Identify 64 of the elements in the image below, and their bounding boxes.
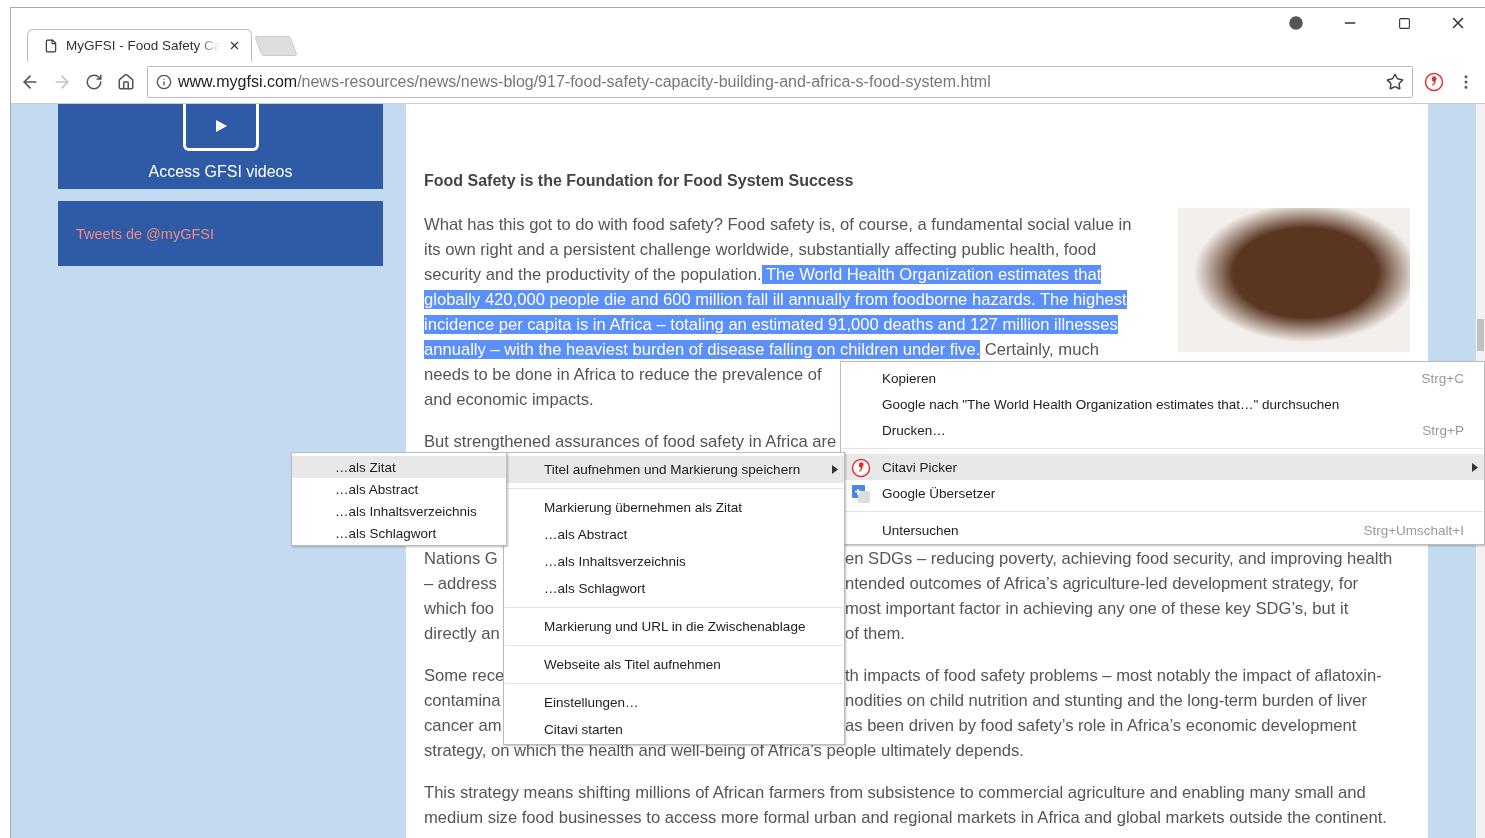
bookmark-star-icon[interactable]: [1386, 73, 1404, 91]
article-heading: Food Safety is the Foundation for Food System Success: [424, 171, 855, 191]
menu-item[interactable]: …als Schlagwort: [504, 575, 844, 602]
page-icon: [44, 38, 58, 53]
menu-item[interactable]: Kopieren Strg+C: [841, 365, 1484, 391]
article-text: most important factor in achieving any one of these key SDG’s, but it: [845, 598, 1350, 620]
selected-text: The World Health Organization estimates that: [761, 265, 1102, 284]
menu-item[interactable]: Einstellungen…: [504, 689, 844, 716]
article-text: directly an: [424, 624, 500, 643]
article-text: needs to be done in Africa to reduce the prevalence of: [424, 365, 822, 384]
selected-text: incidence per capita is in Africa – totaling an estimated 91,000 deaths and 127 million illnesses: [424, 315, 1118, 334]
menu-item[interactable]: …als Abstract: [504, 521, 844, 548]
selected-text: annually – with the heaviest burden of disease falling on children under five.: [424, 340, 981, 359]
citavi-extension-icon[interactable]: [1423, 71, 1445, 93]
maximize-icon[interactable]: [1397, 16, 1411, 30]
menu-item[interactable]: Google nach "The World Health Organization estimates that…" durchsuchen: [841, 391, 1484, 417]
article-text: But strengthened assurances of food safety in Africa are: [424, 432, 837, 451]
address-bar[interactable]: www.mygfsi.com/news-resources/news/news-blog/917-food-safety-capacity-building-and-africa-s-food-system.html: [147, 66, 1413, 98]
selected-text: globally 420,000 people die and 600 million fall ill annually from foodborne hazards. The highest: [424, 290, 1127, 309]
menu-item[interactable]: Titel aufnehmen und Markierung speichern: [504, 456, 844, 483]
article-text: th impacts of food safety problems – most notably the impact of aflatoxin-: [845, 665, 1383, 687]
shortcut-label: Strg+Umschalt+I: [1363, 522, 1464, 538]
menu-item[interactable]: Google Übersetzer: [841, 480, 1484, 506]
article-text: Certainly, much: [983, 340, 1099, 359]
article-text: en SDGs – reducing poverty, achieving food security, and improving health: [845, 548, 1394, 570]
translate-icon: [851, 484, 871, 504]
menu-item[interactable]: …als Abstract: [292, 478, 506, 500]
article-text: Nations G: [424, 549, 498, 568]
article-text: which foo: [424, 599, 495, 618]
tweets-label: Tweets de @myGFSI: [76, 225, 214, 242]
article-text: cancer am: [424, 716, 502, 735]
video-label: Access GFSI videos: [148, 163, 293, 181]
menu-item[interactable]: …als Zitat: [292, 456, 506, 478]
menu-item[interactable]: Webseite als Titel aufnehmen: [504, 651, 844, 678]
article-text: contamina: [424, 691, 501, 710]
menu-item[interactable]: Drucken… Strg+P: [841, 417, 1484, 443]
article-text: strategy, on which the health and well-being of Africa’s people ultimately depends.: [424, 741, 1024, 760]
article-text: This strategy means shifting millions of African farmers from subsistence to commercial agriculture and enabling many small and: [424, 783, 1366, 802]
article-text: medium size food businesses to access more formal urban and regional markets in Africa and global markets outside the continent.: [424, 808, 1387, 827]
url-text: www.mygfsi.com/news-resources/news/news-blog/917-food-safety-capacity-building-and-africa-s-food-system.html: [178, 73, 992, 91]
shortcut-label: Strg+C: [1421, 370, 1464, 386]
video-card[interactable]: Access GFSI videos: [58, 104, 383, 189]
profile-icon[interactable]: [1287, 14, 1305, 32]
article-text: and economic impacts.: [424, 390, 594, 409]
article-text: nodities on child nutrition and stunting and the long-term burden of liver: [845, 690, 1369, 712]
article-text: as been driven by food safety’s role in Africa’s economic development: [845, 715, 1358, 737]
menu-item[interactable]: Untersuchen Strg+Umschalt+I: [841, 517, 1484, 543]
article-text: its own right and a persistent challenge worldwide, substantially affecting public health, food: [424, 240, 1097, 259]
article-text: of them.: [845, 623, 906, 645]
info-icon[interactable]: [156, 74, 172, 90]
article-text: ntended outcomes of Africa’s agriculture-led development strategy, for: [845, 573, 1360, 595]
menu-item[interactable]: Citavi starten: [504, 716, 844, 743]
menu-item[interactable]: …als Schlagwort: [292, 522, 506, 544]
article-text: – address: [424, 574, 497, 593]
menu-item[interactable]: …als Inhaltsverzeichnis: [292, 500, 506, 522]
menu-item[interactable]: Markierung übernehmen als Zitat: [504, 494, 844, 521]
shortcut-label: Strg+P: [1422, 422, 1464, 438]
article-text: security and the productivity of the population.: [424, 265, 762, 284]
menu-item[interactable]: Markierung und URL in die Zwischenablage: [504, 613, 844, 640]
close-icon[interactable]: [228, 39, 241, 52]
article-text: Some rece: [424, 666, 505, 685]
menu-item[interactable]: …als Inhaltsverzeichnis: [504, 548, 844, 575]
article-text: What has this got to do with food safety? Food safety is, of course, a fundamental social value in: [424, 215, 1132, 234]
citavi-logo-icon: [851, 458, 871, 478]
